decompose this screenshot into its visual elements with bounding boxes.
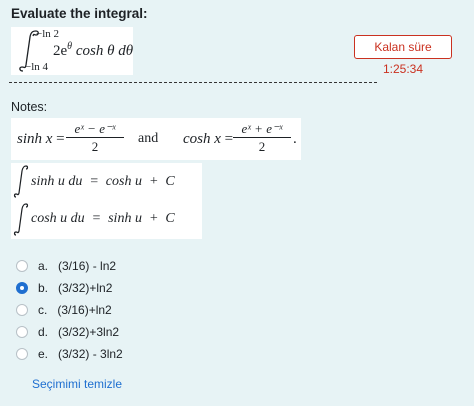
integral-signs-icon xyxy=(13,165,29,236)
sinh-lhs: sinh x xyxy=(17,131,53,147)
question-title: Evaluate the integral: xyxy=(11,6,148,21)
option-e[interactable]: e. (3/32) - 3ln2 xyxy=(16,344,156,364)
option-b[interactable]: b. (3/32)+ln2 xyxy=(16,278,156,298)
radio-option-e[interactable] xyxy=(16,348,28,360)
integrand-rest: cosh θ dθ xyxy=(75,43,134,59)
option-letter: c. xyxy=(38,303,48,317)
option-text: (3/32) - 3ln2 xyxy=(58,347,123,361)
option-text: (3/32)+ln2 xyxy=(58,281,113,295)
divider xyxy=(9,82,377,83)
sinh-denominator: 2 xyxy=(91,139,99,154)
option-c[interactable]: c. (3/16)+ln2 xyxy=(16,300,156,320)
option-letter: e. xyxy=(38,347,49,361)
cosh-denominator: 2 xyxy=(258,139,266,154)
option-letter: d. xyxy=(38,325,49,339)
notes-label: Notes: xyxy=(11,100,48,114)
definitions-image: sinh x = eˣ − e⁻ˣ 2 and cosh x = eˣ + e⁻… xyxy=(11,118,301,160)
identity-sinh: sinh u du = cosh u + C xyxy=(31,174,175,189)
sinh-definition: sinh x = xyxy=(17,131,65,147)
clear-choice-link[interactable]: Seçimimi temizle xyxy=(32,377,122,391)
and-word: and xyxy=(138,131,159,146)
integrand: 2eθ cosh θ dθ xyxy=(53,41,133,60)
identities-image: sinh u du = cosh u + C cosh u du = sinh … xyxy=(11,163,202,239)
option-text: (3/16)+ln2 xyxy=(57,303,112,317)
sinh-numerator: eˣ − e⁻ˣ xyxy=(66,121,124,138)
cosh-period: . xyxy=(293,131,297,147)
integrand-coefficient: 2e xyxy=(53,43,68,59)
option-text: (3/32)+3ln2 xyxy=(58,325,120,339)
cosh-numerator: eˣ + e⁻ˣ xyxy=(233,121,291,138)
time-remaining-badge: Kalan süre 1:25:34 xyxy=(354,35,452,76)
radio-option-a[interactable] xyxy=(16,260,28,272)
option-d[interactable]: d. (3/32)+3ln2 xyxy=(16,322,156,342)
radio-option-d[interactable] xyxy=(16,326,28,338)
option-a[interactable]: a. (3/16) - ln2 xyxy=(16,256,156,276)
option-text: (3/16) - ln2 xyxy=(58,259,117,273)
option-letter: a. xyxy=(38,259,49,273)
integrand-exponent: θ xyxy=(67,41,73,52)
upper-limit: −ln 2 xyxy=(36,28,60,40)
radio-option-b[interactable] xyxy=(16,282,28,294)
integral-image: −ln 2 −ln 4 2eθ cosh θ dθ xyxy=(11,27,133,75)
cosh-lhs: cosh x xyxy=(183,131,221,147)
identity-cosh: cosh u du = sinh u + C xyxy=(31,211,175,226)
radio-option-c[interactable] xyxy=(16,304,28,316)
cosh-definition: cosh x = xyxy=(183,131,234,147)
lower-limit: −ln 4 xyxy=(25,61,49,73)
option-letter: b. xyxy=(38,281,49,295)
